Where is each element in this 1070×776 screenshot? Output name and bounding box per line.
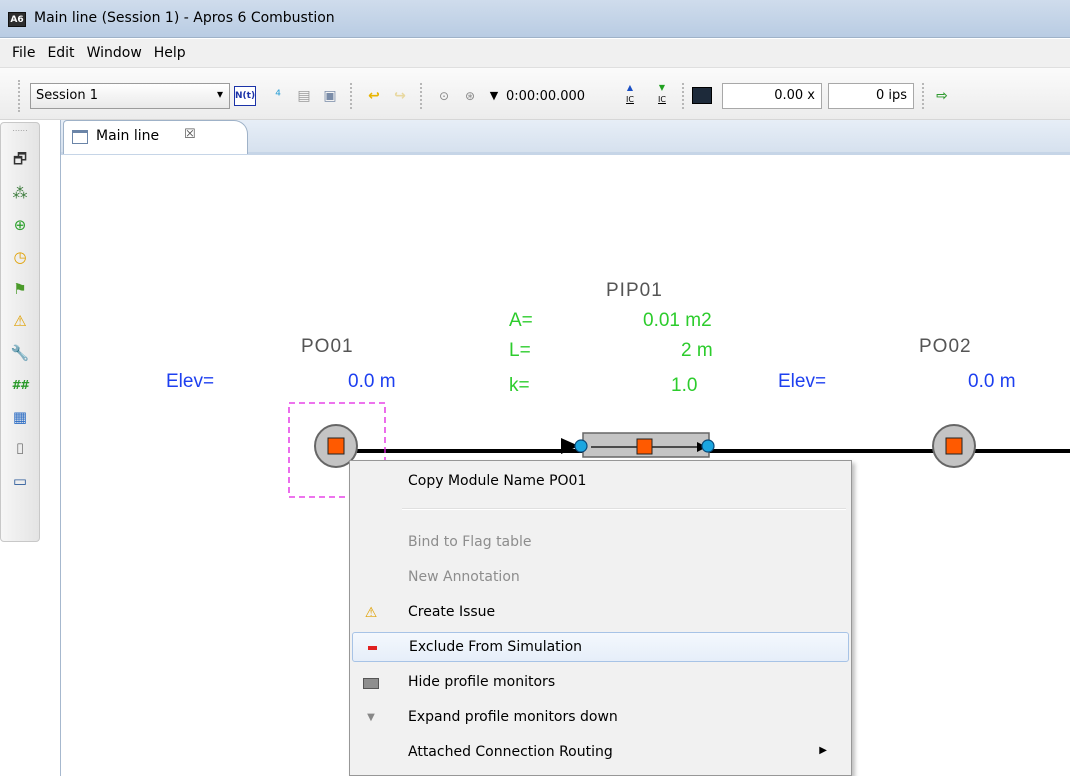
menu-item-copy-module-name[interactable]: Copy Module Name PO01 (352, 467, 849, 497)
ips-field: 0 ips (828, 83, 914, 109)
save-state-icon[interactable]: ▣ (318, 84, 342, 108)
session-select[interactable]: Session 1 ▾ (30, 83, 230, 109)
play-icon[interactable]: ⊙ (432, 84, 456, 108)
undo-icon[interactable]: ↩ (362, 84, 386, 108)
po02-elev-value: 0.0 m (968, 371, 1016, 392)
minus-icon (363, 639, 381, 657)
step-icon[interactable]: ⊛ (458, 84, 482, 108)
pip01-l-value: 2 m (681, 340, 713, 361)
attachment-icon[interactable]: ⌷ (7, 437, 33, 461)
restore-icon[interactable]: 🗗 (7, 147, 33, 171)
menu-help[interactable]: Help (148, 45, 192, 61)
table-icon[interactable]: ▦ (7, 405, 33, 429)
clock-icon[interactable]: ◷ (7, 245, 33, 269)
menu-window[interactable]: Window (81, 45, 148, 61)
pip01-a-value: 0.01 m2 (643, 310, 712, 331)
toolbar-grip[interactable] (18, 80, 22, 112)
node-po01-marker (327, 437, 345, 455)
nu-button[interactable]: N(t) (234, 86, 256, 106)
speed-field: 0.00 x (722, 83, 822, 109)
toolbar: Session 1 ▾ N(t) ⁴ ▤ ▣ ↩ ↪ ⊙ ⊛ ▼ 0:00:00… (0, 68, 1070, 120)
title-bar: A6 Main line (Session 1) - Apros 6 Combu… (0, 0, 1070, 38)
chevron-down-icon: ▾ (216, 87, 223, 101)
menu-item-hide-profile-monitors[interactable]: Hide profile monitors (352, 668, 849, 698)
menu-item-exclude-from-simulation[interactable]: Exclude From Simulation (352, 632, 849, 662)
toolbar-separator (922, 83, 926, 109)
toolbar-separator (420, 83, 424, 109)
export-icon[interactable]: ⇨ (930, 84, 954, 108)
warning-icon: ⚠ (364, 605, 378, 621)
warning-icon[interactable]: ⚠ (7, 309, 33, 333)
context-menu: Copy Module Name PO01 Bind to Flag table… (349, 460, 852, 776)
menu-item-attached-connection-routing[interactable]: Attached Connection Routing ▶ (352, 738, 849, 768)
menu-bar: File Edit Window Help (0, 39, 1070, 68)
redo-icon[interactable]: ↪ (388, 84, 412, 108)
po01-elev-label: Elev= (166, 371, 215, 392)
wrench-icon[interactable]: 🔧 (7, 341, 33, 365)
chevron-down-icon[interactable]: ▼ (482, 84, 506, 108)
palette-toolbar: ...... 🗗 ⁂ ⊕ ◷ ⚑ ⚠ 🔧 ## ▦ ⌷ ▭ (0, 122, 40, 542)
menu-edit[interactable]: Edit (41, 45, 80, 61)
pip01-k-value: 1.0 (671, 375, 698, 396)
po01-name: PO01 (301, 336, 354, 357)
simulation-time: 0:00:00.000 (506, 89, 586, 104)
ic-down-button[interactable]: ▼ IC (650, 82, 674, 112)
rename-icon[interactable]: ⁴ (266, 84, 290, 108)
node-pip01-marker (636, 438, 653, 455)
menu-separator (402, 508, 846, 510)
po02-name: PO02 (919, 336, 972, 357)
database-icon[interactable]: ▤ (292, 84, 316, 108)
hash-icon[interactable]: ## (7, 373, 33, 397)
tab-main-line[interactable]: Main line ☒ (63, 120, 248, 154)
window-title: Main line (Session 1) - Apros 6 Combusti… (34, 10, 335, 26)
port-out (701, 439, 715, 453)
port-in (574, 439, 588, 453)
menu-item-create-issue[interactable]: ⚠ Create Issue (352, 598, 849, 628)
add-connection-icon[interactable]: ⊕ (7, 213, 33, 237)
node-po02-marker (945, 437, 963, 455)
diagram-icon (72, 130, 88, 144)
pip01-l-label: L= (509, 340, 531, 361)
pip01-name: PIP01 (606, 280, 663, 301)
pip01-k-label: k= (509, 375, 530, 396)
flag-icon[interactable]: ⚑ (7, 277, 33, 301)
pip01-a-label: A= (509, 310, 533, 331)
menu-item-bind-flag-table[interactable]: Bind to Flag table (352, 528, 849, 558)
submenu-arrow-icon: ▶ (819, 745, 827, 756)
po02-elev-label: Elev= (778, 371, 827, 392)
profile-monitor-icon (362, 674, 380, 692)
hierarchy-icon[interactable]: ⁂ (7, 181, 33, 205)
monitor-icon[interactable]: ▭ (7, 469, 33, 493)
menu-file[interactable]: File (6, 45, 41, 61)
close-icon[interactable]: ☒ (184, 127, 196, 142)
menu-item-new-annotation[interactable]: New Annotation (352, 563, 849, 593)
triangle-down-icon: ▼ (367, 712, 375, 723)
toolbar-separator (682, 83, 686, 109)
tab-label: Main line (96, 128, 160, 144)
console-icon[interactable] (692, 87, 712, 104)
toolbar-separator (350, 83, 354, 109)
ic-up-button[interactable]: ▲ IC (618, 82, 642, 112)
po01-elev-value: 0.0 m (348, 371, 396, 392)
app-icon: A6 (8, 12, 26, 27)
session-select-value: Session 1 (36, 88, 99, 103)
menu-item-expand-profile-monitors[interactable]: ▼ Expand profile monitors down (352, 703, 849, 733)
palette-grip[interactable]: ...... (7, 125, 33, 133)
